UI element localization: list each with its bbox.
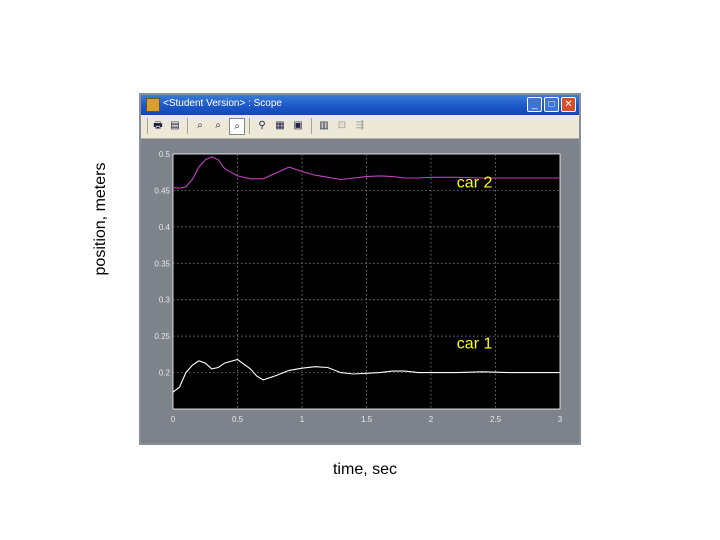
x-tick-label: 1 bbox=[300, 415, 305, 424]
series-annotation: car 2 bbox=[457, 175, 493, 192]
series-annotation: car 1 bbox=[457, 336, 493, 353]
zoom-y-icon[interactable]: ⌕ bbox=[229, 118, 245, 135]
signal-selection-icon[interactable]: ▥ bbox=[317, 118, 331, 133]
autoscale-icon[interactable]: ⚲ bbox=[255, 118, 269, 133]
minimize-button[interactable]: _ bbox=[527, 97, 542, 112]
toolbar: 🖶 ▤ ⌕ ⌕ ⌕ ⚲ ▦ ▣ ▥ ⊡ ⇶ bbox=[141, 115, 579, 139]
toolbar-separator bbox=[147, 118, 148, 134]
x-tick-label: 1.5 bbox=[361, 415, 373, 424]
zoom-icon[interactable]: ⌕ bbox=[193, 118, 207, 133]
title-bar[interactable]: <Student Version> : Scope _ □ ✕ bbox=[141, 95, 579, 115]
close-button[interactable]: ✕ bbox=[561, 97, 576, 112]
y-axis-label: position, meters bbox=[92, 162, 109, 276]
plot-area: 0 0.5 1 1.5 2 2.5 3 0.2 0.25 0.3 0.35 0.4 0.45 0.5 car… bbox=[141, 139, 579, 487]
scope-plot[interactable]: 0 0.5 1 1.5 2 2.5 3 0.2 0.25 0.3 0.35 0.4 0.45 0.5 car… bbox=[141, 139, 579, 443]
toolbar-separator bbox=[311, 118, 312, 134]
print-icon[interactable]: 🖶 bbox=[151, 118, 165, 133]
toolbar-separator bbox=[249, 118, 250, 134]
x-tick-label: 3 bbox=[558, 415, 563, 424]
y-tick-label: 0.4 bbox=[159, 223, 171, 232]
x-tick-label: 2.5 bbox=[490, 415, 502, 424]
toolbar-separator bbox=[187, 118, 188, 134]
save-axes-icon[interactable]: ▦ bbox=[273, 118, 287, 133]
zoom-x-icon[interactable]: ⌕ bbox=[211, 118, 225, 133]
matlab-icon[interactable] bbox=[146, 98, 160, 112]
y-tick-label: 0.45 bbox=[154, 186, 170, 195]
y-tick-label: 0.2 bbox=[159, 369, 171, 378]
parameters-icon[interactable]: ▤ bbox=[168, 118, 182, 133]
scope-window: <Student Version> : Scope _ □ ✕ 🖶 ▤ ⌕ ⌕ … bbox=[139, 93, 581, 487]
floating-scope-icon[interactable]: ▣ bbox=[291, 118, 305, 133]
y-tick-label: 0.5 bbox=[159, 150, 171, 159]
window-title: <Student Version> : Scope bbox=[163, 98, 282, 109]
x-tick-label: 2 bbox=[429, 415, 434, 424]
maximize-button[interactable]: □ bbox=[544, 97, 559, 112]
time-offset-status: Time offset: 0 bbox=[145, 478, 194, 487]
lock-icon[interactable]: ⊡ bbox=[335, 118, 349, 133]
y-tick-label: 0.35 bbox=[154, 259, 170, 268]
x-axis-label: time, sec bbox=[332, 461, 397, 478]
y-tick-label: 0.3 bbox=[159, 296, 171, 305]
unlock-icon[interactable]: ⇶ bbox=[353, 118, 367, 133]
x-tick-label: 0 bbox=[171, 415, 176, 424]
y-tick-label: 0.25 bbox=[154, 332, 170, 341]
x-tick-label: 0.5 bbox=[232, 415, 244, 424]
